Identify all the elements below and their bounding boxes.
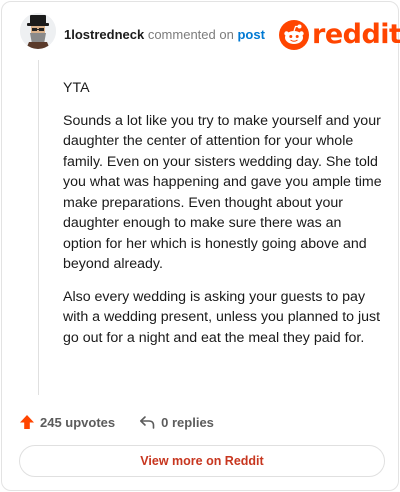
reply-count: 0 replies xyxy=(161,414,214,430)
post-link[interactable]: post xyxy=(237,27,264,42)
reddit-snoo-icon xyxy=(279,20,309,50)
comment-paragraph: YTA xyxy=(63,80,90,96)
comment-header: 1lostredneck commented on post xyxy=(64,27,265,43)
view-more-on-reddit-button[interactable]: View more on Reddit xyxy=(19,445,385,477)
reply-arrow-icon xyxy=(140,416,155,429)
reply-button[interactable]: 0 replies xyxy=(139,414,214,430)
comment-embed-card: 1lostredneck commented on post reddit YT… xyxy=(1,1,400,491)
comment-paragraph: Sounds a lot like you try to make yourse… xyxy=(63,112,382,273)
thread-line[interactable] xyxy=(38,60,39,395)
reddit-logo[interactable]: reddit xyxy=(279,18,400,52)
upvote-arrow-icon xyxy=(20,415,34,429)
comment-paragraph: Also every wedding is asking your guests… xyxy=(63,288,381,346)
upvote-count: 245 upvotes xyxy=(40,414,116,430)
comment-body: YTA Sounds a lot like you try to make yo… xyxy=(63,78,383,360)
upvote-button[interactable]: 245 upvotes xyxy=(19,414,115,430)
avatar[interactable] xyxy=(20,13,56,49)
comment-actions: 245 upvotes 0 replies xyxy=(19,412,214,432)
username[interactable]: 1lostredneck xyxy=(64,27,144,42)
user-avatar-icon xyxy=(20,13,56,49)
reddit-wordmark: reddit xyxy=(312,19,400,50)
commented-on-text: commented on xyxy=(147,27,234,42)
